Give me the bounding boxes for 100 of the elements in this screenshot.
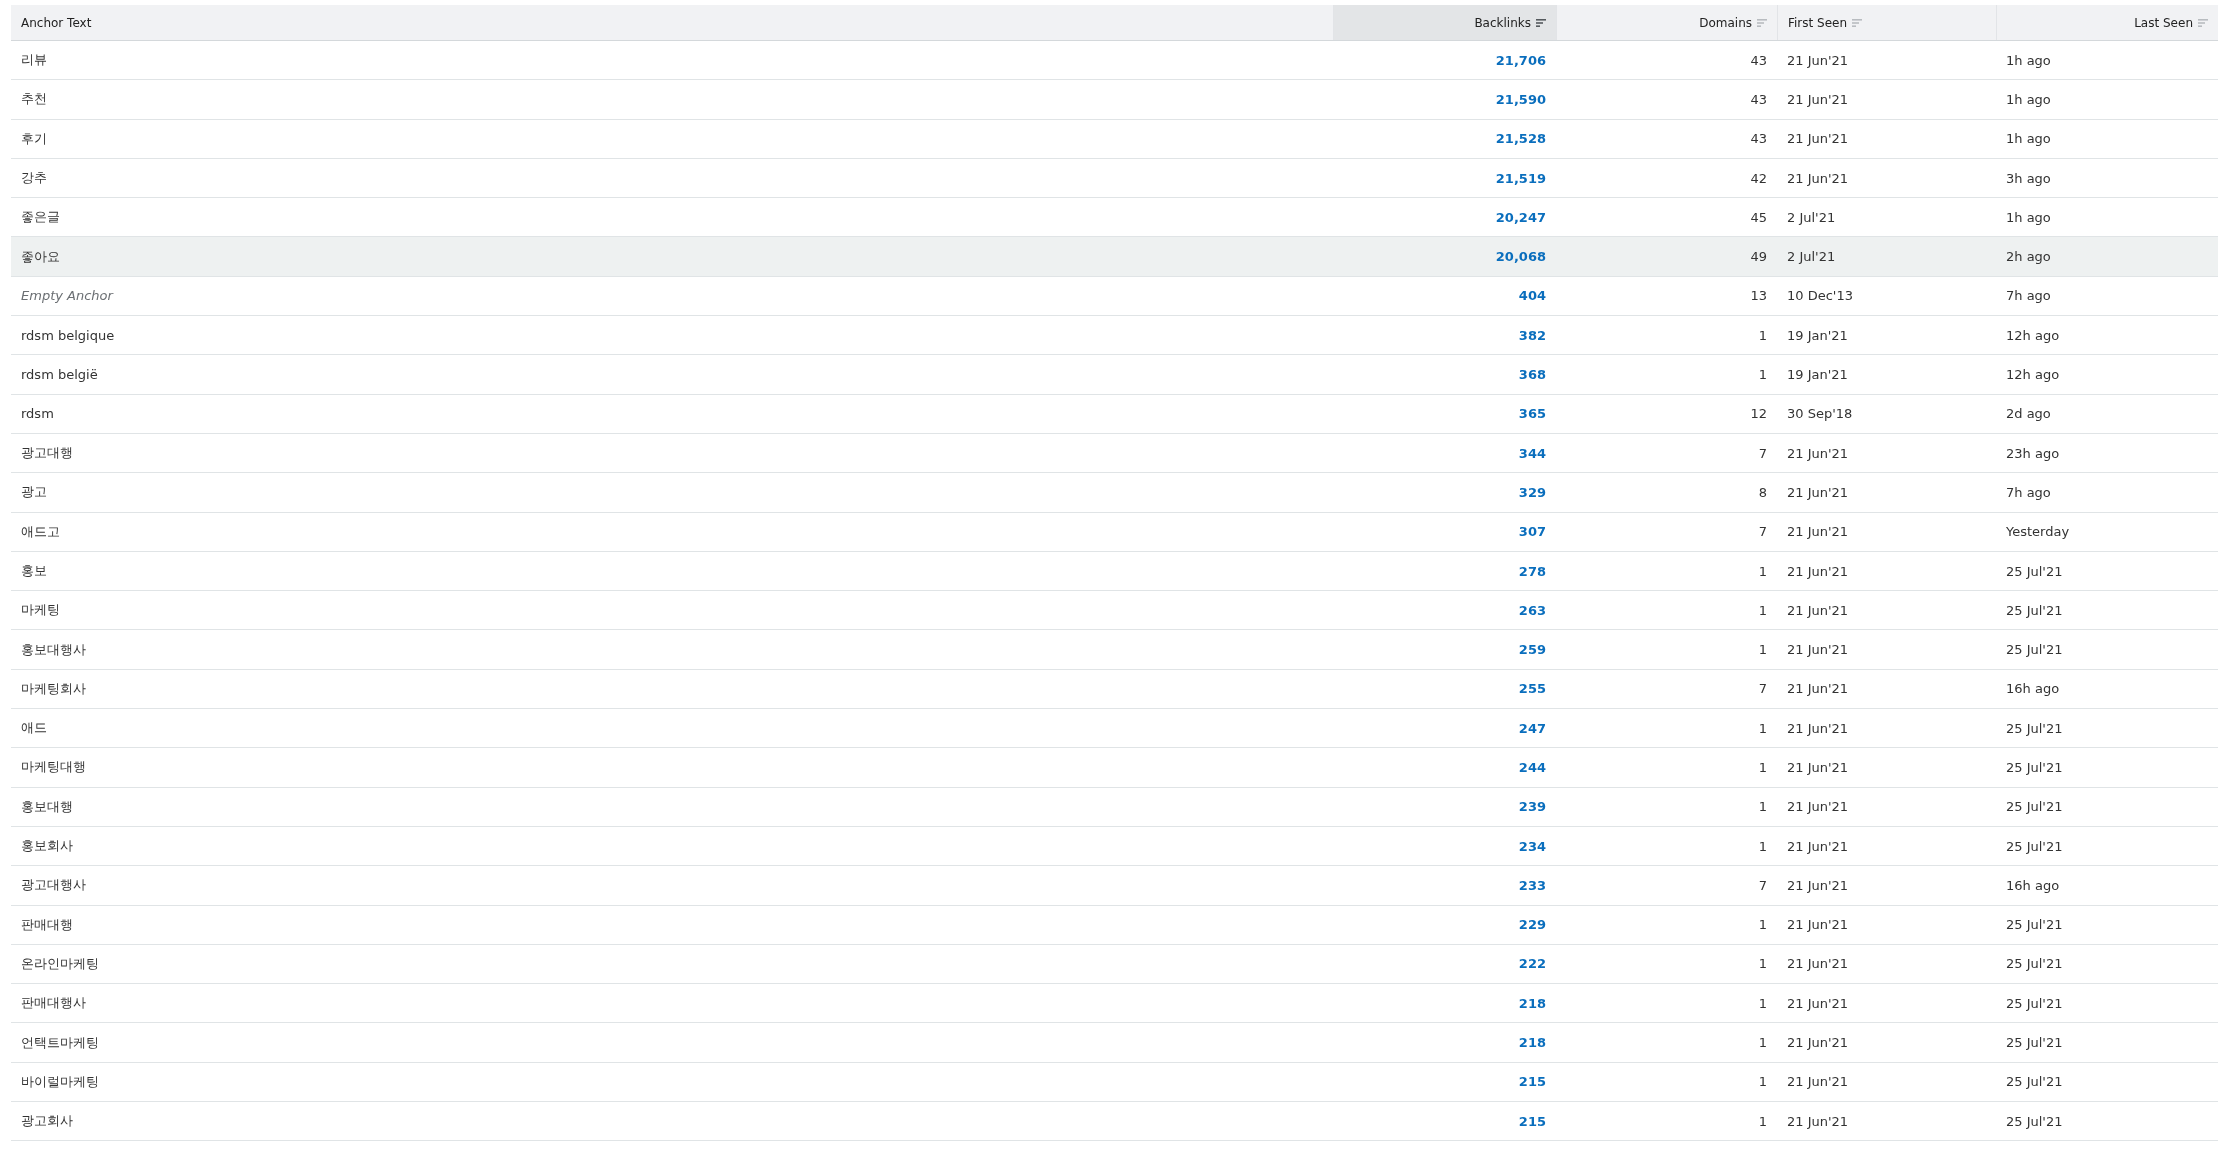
domains-count: 1 bbox=[1758, 838, 1767, 854]
first-seen-date: 21 Jun'21 bbox=[1787, 642, 1849, 658]
backlinks-link[interactable]: 218 bbox=[1518, 1035, 1546, 1051]
domains-count: 12 bbox=[1750, 406, 1767, 422]
column-header[interactable]: First Seen bbox=[1777, 5, 1996, 40]
backlinks-link[interactable]: 233 bbox=[1518, 877, 1546, 893]
anchor-text: 마케팅회사 bbox=[21, 679, 86, 698]
backlinks-link[interactable]: 259 bbox=[1518, 642, 1546, 658]
first-seen-date: 21 Jun'21 bbox=[1787, 52, 1849, 68]
backlinks-link[interactable]: 218 bbox=[1518, 995, 1546, 1011]
backlinks-link[interactable]: 344 bbox=[1518, 445, 1546, 461]
backlinks-link[interactable]: 263 bbox=[1518, 602, 1546, 618]
anchor-text: 강추 bbox=[21, 169, 47, 188]
anchor-text: 언택트마케팅 bbox=[21, 1033, 99, 1052]
backlinks-link[interactable]: 244 bbox=[1518, 760, 1546, 775]
last-seen-time: 2d ago bbox=[2006, 406, 2051, 422]
backlinks-link[interactable]: 20,068 bbox=[1495, 249, 1546, 265]
first-seen-date: 21 Jun'21 bbox=[1787, 1074, 1849, 1090]
domains-count: 1 bbox=[1758, 720, 1767, 736]
anchor-text: 홍보대행사 bbox=[21, 640, 86, 659]
first-seen-date: 21 Jun'21 bbox=[1787, 917, 1849, 933]
domains-count: 1 bbox=[1758, 956, 1767, 972]
backlinks-link[interactable]: 21,706 bbox=[1495, 52, 1546, 68]
anchor-text: 애드고 bbox=[21, 522, 60, 541]
domains-count: 13 bbox=[1750, 288, 1767, 304]
anchor-text: rdsm bbox=[21, 406, 54, 422]
anchor-text: rdsm belgië bbox=[21, 367, 98, 382]
backlinks-link[interactable]: 368 bbox=[1518, 367, 1546, 382]
anchor-text: 바이럴마케팅 bbox=[21, 1072, 99, 1091]
backlinks-link[interactable]: 222 bbox=[1518, 956, 1546, 972]
domains-count: 7 bbox=[1758, 445, 1767, 461]
backlinks-link[interactable]: 20,247 bbox=[1495, 209, 1546, 225]
anchor-text: rdsm belgique bbox=[21, 327, 115, 343]
sort-icon bbox=[1757, 18, 1767, 27]
anchor-text: 마케팅 bbox=[21, 601, 60, 620]
first-seen-date: 21 Jun'21 bbox=[1787, 602, 1849, 618]
anchor-text: 홍보대행 bbox=[21, 797, 73, 816]
backlinks-link[interactable]: 21,519 bbox=[1495, 170, 1546, 186]
anchor-text: 리뷰 bbox=[21, 51, 47, 70]
first-seen-date: 21 Jun'21 bbox=[1787, 1113, 1849, 1129]
backlinks-link[interactable]: 382 bbox=[1518, 327, 1546, 343]
anchor-text: 마케팅대행 bbox=[21, 758, 86, 777]
last-seen-time: 1h ago bbox=[2006, 91, 2051, 107]
anchor-text: 좋아요 bbox=[21, 247, 60, 266]
anchor-text: 광고대행사 bbox=[21, 876, 86, 895]
domains-count: 8 bbox=[1758, 484, 1767, 500]
first-seen-date: 21 Jun'21 bbox=[1787, 131, 1849, 147]
anchor-text: 판매대행 bbox=[21, 915, 73, 934]
sort-icon bbox=[1536, 18, 1546, 27]
backlinks-link[interactable]: 229 bbox=[1518, 917, 1546, 933]
column-header[interactable]: Last Seen bbox=[1996, 5, 2218, 40]
domains-count: 1 bbox=[1758, 642, 1767, 658]
backlinks-link[interactable]: 307 bbox=[1518, 524, 1546, 540]
last-seen-time: 1h ago bbox=[2006, 52, 2051, 68]
backlinks-link[interactable]: 247 bbox=[1518, 720, 1546, 736]
last-seen-time: 25 Jul'21 bbox=[2006, 838, 2063, 854]
column-header[interactable]: Backlinks bbox=[1333, 5, 1556, 40]
last-seen-time: 25 Jul'21 bbox=[2006, 1074, 2063, 1090]
domains-count: 7 bbox=[1758, 681, 1767, 697]
domains-count: 43 bbox=[1750, 52, 1767, 68]
anchor-text: 판매대행사 bbox=[21, 994, 86, 1013]
last-seen-time: 1h ago bbox=[2006, 209, 2051, 225]
backlinks-link[interactable]: 365 bbox=[1518, 406, 1546, 422]
last-seen-time: 25 Jul'21 bbox=[2006, 563, 2063, 579]
backlinks-link[interactable]: 234 bbox=[1518, 838, 1546, 854]
first-seen-date: 21 Jun'21 bbox=[1787, 995, 1849, 1011]
backlinks-link[interactable]: 215 bbox=[1518, 1113, 1546, 1129]
backlinks-link[interactable]: 404 bbox=[1518, 288, 1546, 304]
first-seen-date: 19 Jan'21 bbox=[1787, 367, 1848, 382]
backlinks-link[interactable]: 329 bbox=[1518, 484, 1546, 500]
domains-count: 1 bbox=[1758, 995, 1767, 1011]
domains-count: 1 bbox=[1758, 760, 1767, 775]
domains-count: 42 bbox=[1750, 170, 1767, 186]
backlinks-link[interactable]: 239 bbox=[1518, 799, 1546, 815]
last-seen-time: 16h ago bbox=[2006, 877, 2060, 893]
last-seen-time: 25 Jul'21 bbox=[2006, 799, 2063, 815]
backlinks-link[interactable]: 21,590 bbox=[1495, 91, 1546, 107]
last-seen-time: 1h ago bbox=[2006, 131, 2051, 147]
column-header[interactable]: Domains bbox=[1556, 5, 1777, 40]
domains-count: 1 bbox=[1758, 799, 1767, 815]
domains-count: 1 bbox=[1758, 1035, 1767, 1051]
last-seen-time: 25 Jul'21 bbox=[2006, 602, 2063, 618]
backlinks-link[interactable]: 215 bbox=[1518, 1074, 1546, 1090]
domains-count: 7 bbox=[1758, 877, 1767, 893]
domains-count: 45 bbox=[1750, 209, 1767, 225]
domains-count: 7 bbox=[1758, 524, 1767, 540]
domains-count: 1 bbox=[1758, 1074, 1767, 1090]
first-seen-date: 21 Jun'21 bbox=[1787, 1035, 1849, 1051]
last-seen-time: 16h ago bbox=[2006, 681, 2060, 697]
backlinks-link[interactable]: 21,528 bbox=[1495, 131, 1546, 147]
first-seen-date: 21 Jun'21 bbox=[1787, 720, 1849, 736]
anchor-text: 추천 bbox=[21, 90, 47, 109]
backlinks-link[interactable]: 255 bbox=[1518, 681, 1546, 697]
backlinks-link[interactable]: 278 bbox=[1518, 563, 1546, 579]
last-seen-time: 25 Jul'21 bbox=[2006, 1035, 2063, 1051]
column-label: Anchor Text bbox=[21, 15, 92, 30]
anchor-text: 좋은글 bbox=[21, 208, 60, 227]
first-seen-date: 21 Jun'21 bbox=[1787, 170, 1849, 186]
domains-count: 43 bbox=[1750, 91, 1767, 107]
last-seen-time: 7h ago bbox=[2006, 484, 2051, 500]
